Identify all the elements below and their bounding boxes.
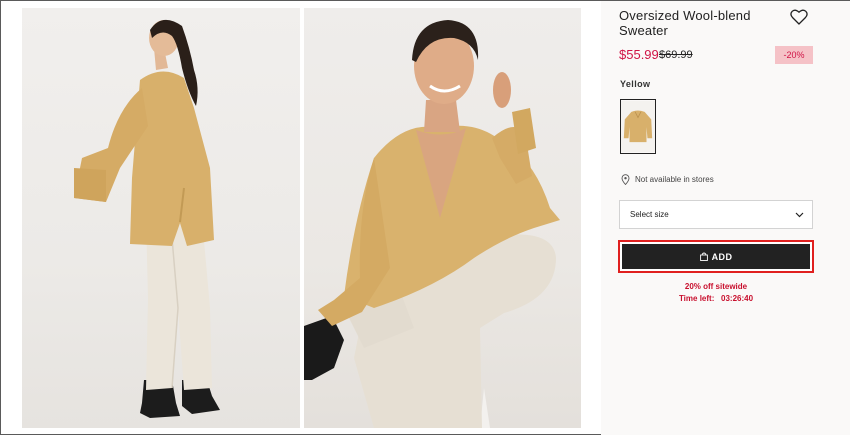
- pin-icon: [621, 174, 630, 185]
- model-side-illustration: [74, 19, 220, 418]
- wishlist-button[interactable]: [789, 7, 809, 27]
- availability-text: Not available in stores: [635, 175, 714, 184]
- add-button-label: ADD: [711, 251, 733, 262]
- promo-text: 20% off sitewide: [684, 282, 748, 291]
- countdown-value: 03:26:40: [721, 294, 754, 303]
- sale-price: $55.99: [619, 47, 659, 62]
- color-name: Yellow: [620, 79, 651, 89]
- shopping-bag-icon: [699, 252, 708, 261]
- countdown-label: Time left:: [678, 294, 715, 303]
- countdown: Time left: 03:26:40: [619, 293, 813, 305]
- heart-icon: [790, 9, 808, 25]
- promo-block: 20% off sitewide Time left: 03:26:40: [619, 281, 813, 305]
- add-to-bag-button[interactable]: ADD: [622, 244, 810, 269]
- store-availability: Not available in stores: [621, 174, 714, 185]
- product-image-front[interactable]: [304, 8, 581, 428]
- sweater-thumbnail: [621, 100, 655, 153]
- product-image-side[interactable]: [22, 8, 300, 428]
- original-price: $69.99: [659, 49, 693, 61]
- size-select-label: Select size: [630, 210, 669, 219]
- discount-badge: -20%: [775, 46, 813, 64]
- chevron-down-icon: [795, 212, 804, 218]
- size-select[interactable]: Select size: [619, 200, 813, 229]
- model-front-illustration: [304, 20, 560, 428]
- product-page: Oversized Wool-blend Sweater $55.99 $69.…: [0, 0, 850, 435]
- product-title: Oversized Wool-blend Sweater: [619, 8, 751, 38]
- color-swatch-yellow[interactable]: [620, 99, 656, 154]
